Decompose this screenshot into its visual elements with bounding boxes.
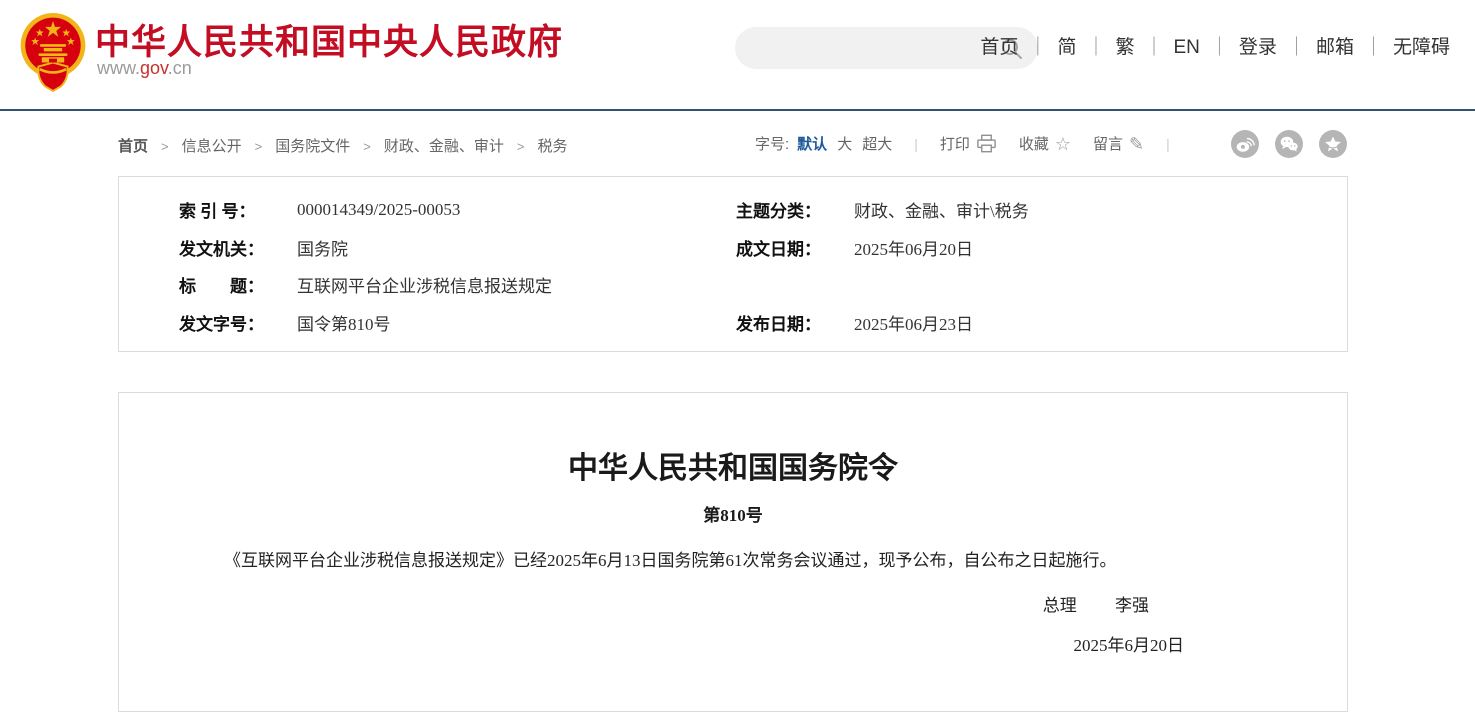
site-url-cn: .cn (168, 58, 192, 78)
meta-value: 国令第810号 (297, 310, 391, 335)
top-nav: 首页 ｜ 简 ｜ 繁 ｜ EN ｜ 登录 ｜ 邮箱 ｜ 无障碍 (980, 32, 1450, 59)
meta-row-topic-category: 主题分类： 财政、金融、审计\税务 (736, 191, 1029, 229)
meta-row-title: 标 题： 互联网平台企业涉税信息报送规定 (179, 266, 552, 304)
print-button[interactable]: 打印 (940, 133, 997, 154)
site-header: 中华人民共和国中央人民政府 www.gov.cn 首页｜简｜繁｜EN｜登录｜邮箱… (0, 0, 1475, 111)
meta-row-publish-date: 发布日期： 2025年06月23日 (736, 304, 1029, 342)
nav-english[interactable]: EN (1174, 37, 1200, 58)
wechat-icon (1279, 134, 1299, 154)
page-tools: 字号: 默认 大 超大 | 打印 收藏 ☆ 留言 ✎ | (755, 133, 1192, 154)
meta-label: 成文日期： (736, 235, 844, 260)
weibo-icon (1235, 134, 1255, 154)
meta-label: 标 题： (179, 272, 287, 297)
qzone-share-button[interactable] (1319, 130, 1347, 158)
nav-separator: ｜ (1210, 37, 1229, 58)
meta-column-left: 索 引 号： 000014349/2025-00053 发文机关： 国务院 标 … (179, 191, 552, 341)
meta-value: 2025年06月23日 (854, 310, 973, 335)
decree-signature-line: 总理 李强 (190, 591, 1276, 616)
signer-role: 总理 (1043, 596, 1077, 615)
breadcrumb-separator: > (363, 139, 371, 154)
font-size-large-button[interactable]: 大 (837, 133, 852, 154)
document-body-card: 中华人民共和国国务院令 第810号 《互联网平台企业涉税信息报送规定》已经202… (118, 392, 1348, 712)
nav-separator: ｜ (1364, 37, 1383, 58)
meta-value: 2025年06月20日 (854, 235, 973, 260)
toolbar-divider: | (1166, 136, 1170, 152)
site-url: www.gov.cn (97, 58, 192, 79)
meta-label: 发文机关： (179, 235, 287, 260)
nav-mail[interactable]: 邮箱 (1316, 37, 1354, 58)
decree-title: 中华人民共和国国务院令 (190, 443, 1276, 487)
nav-login[interactable]: 登录 (1239, 37, 1277, 58)
comment-label: 留言 (1093, 133, 1123, 154)
meta-label: 主题分类： (736, 197, 844, 222)
site-url-www: www. (97, 58, 140, 78)
national-emblem-icon (20, 12, 86, 92)
meta-value: 财政、金融、审计\税务 (854, 197, 1029, 222)
meta-label: 索 引 号： (179, 197, 287, 222)
meta-label: 发布日期： (736, 310, 844, 335)
meta-value: 国务院 (297, 235, 348, 260)
gov-cn-document-page: { "header": { "site_title": "中华人民共和国中央人民… (0, 0, 1475, 645)
nav-accessibility[interactable]: 无障碍 (1393, 37, 1450, 58)
breadcrumb-info-disclosure[interactable]: 信息公开 (182, 138, 242, 155)
meta-value: 000014349/2025-00053 (297, 200, 460, 220)
decree-number: 第810号 (190, 501, 1276, 526)
print-label: 打印 (940, 133, 970, 154)
meta-row-document-number: 发文字号： 国令第810号 (179, 304, 552, 342)
share-icons (1231, 130, 1347, 158)
signer-name: 李强 (1115, 596, 1149, 615)
pencil-icon: ✎ (1129, 135, 1144, 153)
weibo-share-button[interactable] (1231, 130, 1259, 158)
font-size-label: 字号: (755, 133, 789, 154)
star-icon: ☆ (1055, 135, 1071, 153)
printer-icon (976, 134, 997, 153)
wechat-share-button[interactable] (1275, 130, 1303, 158)
meta-column-right: 主题分类： 财政、金融、审计\税务 成文日期： 2025年06月20日 发布日期… (736, 191, 1029, 341)
breadcrumb-toolbar-row: 首页 > 信息公开 > 国务院文件 > 财政、金融、审计 > 税务 字号: 默认 大 超大 | … (0, 113, 1475, 168)
breadcrumb-separator: > (255, 139, 263, 154)
meta-row-index-number: 索 引 号： 000014349/2025-00053 (179, 191, 552, 229)
nav-traditional[interactable]: 繁 (1115, 37, 1134, 58)
nav-home[interactable]: 首页 (980, 37, 1018, 58)
site-url-gov: gov (140, 58, 168, 78)
decree-date: 2025年6月20日 (190, 631, 1276, 656)
meta-row-written-date: 成文日期： 2025年06月20日 (736, 229, 1029, 267)
decree-body-paragraph: 《互联网平台企业涉税信息报送规定》已经2025年6月13日国务院第61次常务会议… (190, 548, 1276, 574)
meta-row-issuing-agency: 发文机关： 国务院 (179, 229, 552, 267)
meta-value: 互联网平台企业涉税信息报送规定 (297, 272, 552, 297)
breadcrumb-separator: > (517, 139, 525, 154)
comment-button[interactable]: 留言 ✎ (1093, 133, 1144, 154)
breadcrumb-state-council-docs[interactable]: 国务院文件 (275, 138, 350, 155)
search-input[interactable] (753, 27, 993, 69)
nav-separator: ｜ (1028, 37, 1047, 58)
favorite-button[interactable]: 收藏 ☆ (1019, 133, 1071, 154)
nav-separator: ｜ (1287, 37, 1306, 58)
favorite-label: 收藏 (1019, 133, 1049, 154)
breadcrumb-tax[interactable]: 税务 (537, 138, 567, 155)
nav-simplified[interactable]: 简 (1057, 37, 1076, 58)
nav-separator: ｜ (1086, 37, 1105, 58)
breadcrumb-separator: > (161, 139, 169, 154)
nav-separator: ｜ (1144, 37, 1163, 58)
font-size-xlarge-button[interactable]: 超大 (862, 133, 892, 154)
breadcrumb-finance-audit[interactable]: 财政、金融、审计 (384, 138, 504, 155)
document-meta-card: 索 引 号： 000014349/2025-00053 发文机关： 国务院 标 … (118, 176, 1348, 352)
font-size-default-button[interactable]: 默认 (797, 133, 827, 154)
toolbar-divider: | (914, 136, 918, 152)
meta-row-empty (736, 266, 1029, 304)
breadcrumb-home[interactable]: 首页 (118, 138, 148, 155)
meta-label: 发文字号： (179, 310, 287, 335)
qzone-star-icon (1323, 134, 1343, 154)
breadcrumb: 首页 > 信息公开 > 国务院文件 > 财政、金融、审计 > 税务 (118, 135, 567, 156)
